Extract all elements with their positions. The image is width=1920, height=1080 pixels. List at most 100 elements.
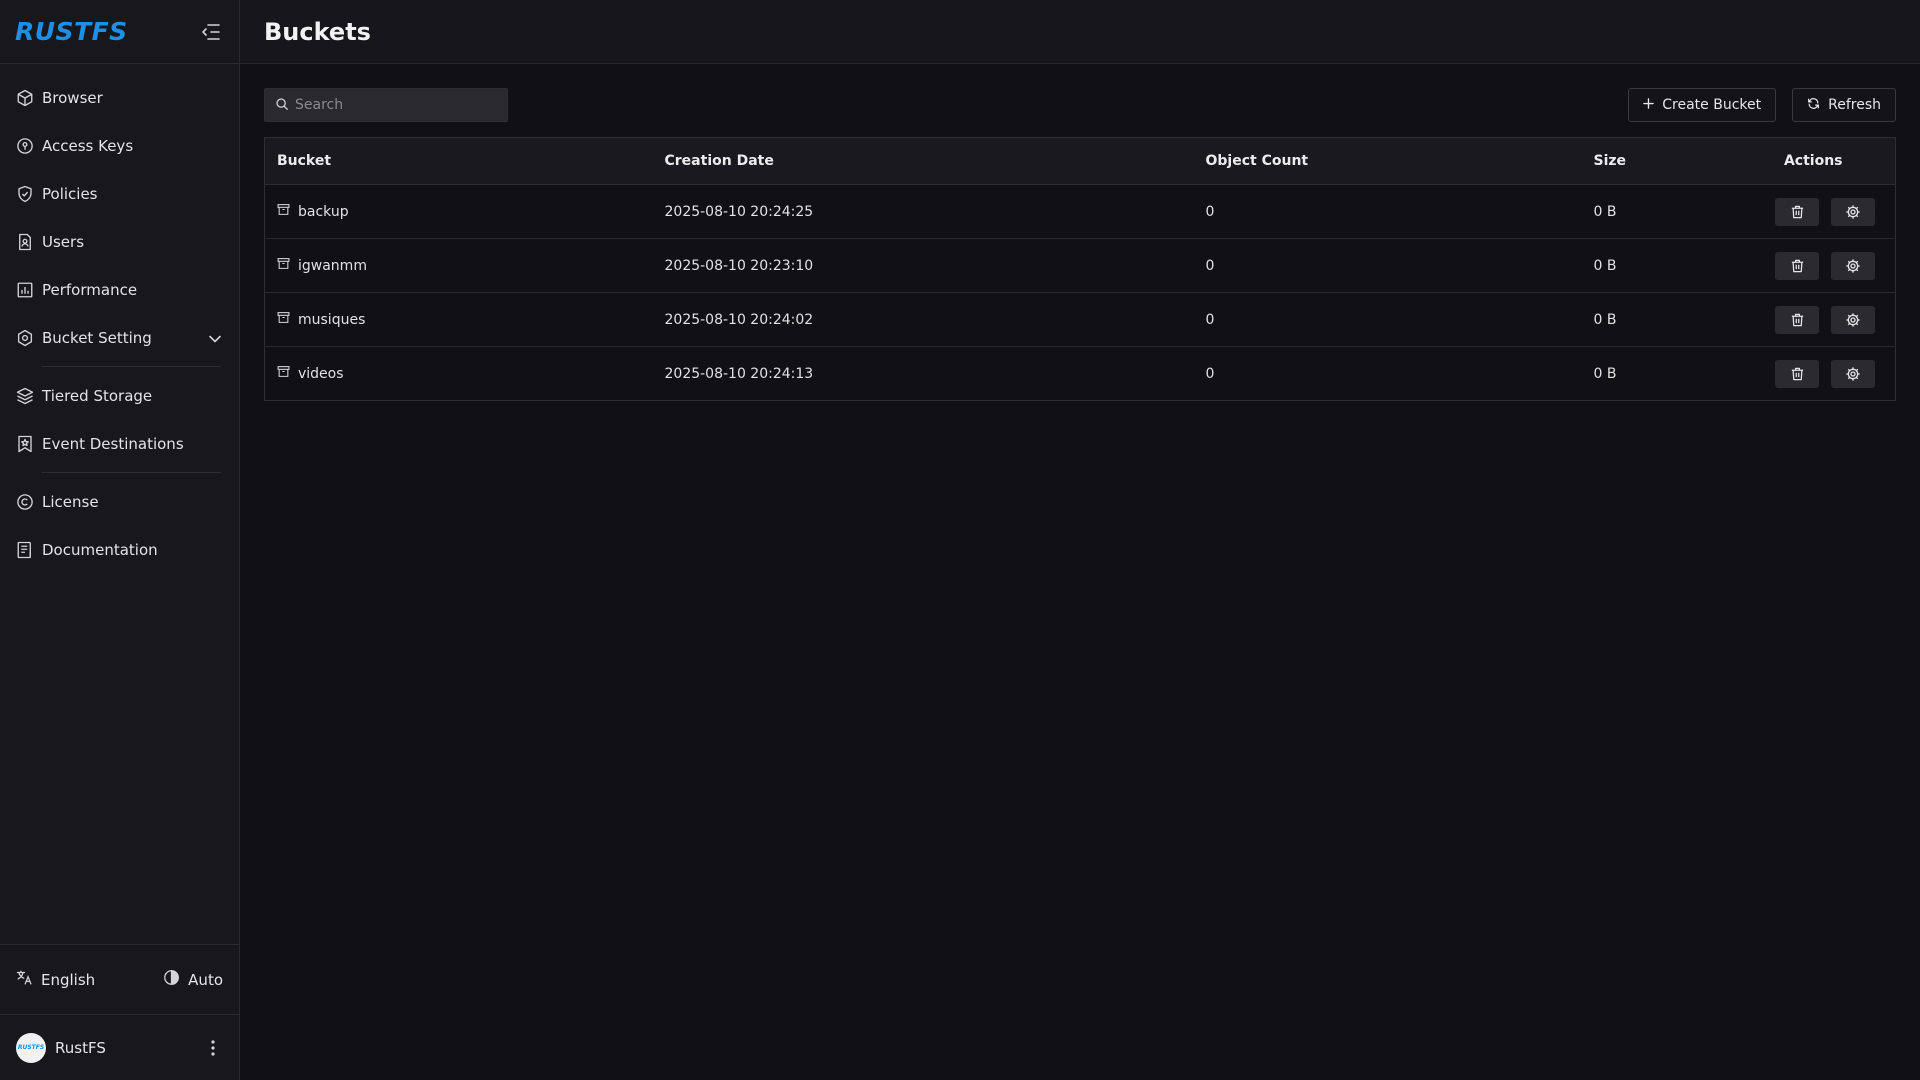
page-title: Buckets [264, 17, 371, 46]
trash-icon [1791, 205, 1803, 218]
page-header: Buckets [240, 0, 1920, 64]
sidebar-item-users[interactable]: Users [0, 218, 239, 266]
column-header-object-count[interactable]: Object Count [1193, 137, 1582, 185]
creation-date: 2025-08-10 20:24:02 [664, 311, 814, 328]
sidebar-item-tiered-storage[interactable]: Tiered Storage [0, 372, 239, 420]
nav-divider [42, 366, 221, 367]
creation-date: 2025-08-10 20:24:25 [664, 203, 814, 220]
object-count: 0 [1205, 203, 1215, 220]
delete-bucket-button[interactable] [1775, 251, 1819, 280]
sidebar-item-documentation[interactable]: Documentation [0, 526, 239, 574]
bucket-name[interactable]: igwanmm [298, 258, 367, 274]
bucket-size: 0 B [1593, 311, 1617, 328]
sidebar-item-access-keys[interactable]: Access Keys [0, 122, 239, 170]
sidebar-item-label: Documentation [42, 541, 158, 559]
object-count: 0 [1205, 311, 1215, 328]
buckets-content: Create Bucket Refresh Bucket Creation Da… [240, 64, 1920, 401]
bucket-settings-button[interactable] [1831, 251, 1875, 280]
delete-bucket-button[interactable] [1775, 359, 1819, 388]
shield-check-icon [15, 184, 35, 204]
toolbar: Create Bucket Refresh [264, 88, 1896, 122]
translate-icon [16, 969, 33, 990]
theme-switcher[interactable]: Auto [163, 969, 223, 990]
gear-icon [1846, 312, 1860, 327]
sidebar-item-policies[interactable]: Policies [0, 170, 239, 218]
archive-icon [277, 365, 290, 382]
main-panel: Buckets Create Bucket [240, 0, 1920, 1080]
sidebar-item-browser[interactable]: Browser [0, 74, 239, 122]
bookmark-star-icon [15, 434, 35, 454]
language-switcher[interactable]: English [16, 969, 95, 990]
sidebar-header: RUSTFS [0, 0, 239, 64]
sidebar-item-label: Browser [42, 89, 103, 107]
nav-divider [42, 472, 221, 473]
key-icon [15, 136, 35, 156]
sidebar-item-label: License [42, 493, 99, 511]
layers-icon [15, 386, 35, 406]
sidebar-item-label: Tiered Storage [42, 387, 153, 405]
delete-bucket-button[interactable] [1775, 197, 1819, 226]
sidebar-item-bucket-setting[interactable]: Bucket Setting [0, 314, 239, 362]
sidebar-item-label: Performance [42, 281, 138, 299]
bucket-size: 0 B [1593, 365, 1617, 382]
bucket-settings-button[interactable] [1831, 359, 1875, 388]
bucket-size: 0 B [1593, 203, 1617, 220]
avatar[interactable]: RUSTFS [16, 1032, 46, 1063]
sidebar-nav: Browser Access Keys Policies Users Perfo… [0, 64, 239, 1080]
gear-icon [1846, 366, 1860, 381]
bucket-settings-button[interactable] [1831, 197, 1875, 226]
sidebar-item-performance[interactable]: Performance [0, 266, 239, 314]
table-row[interactable]: backup 2025-08-10 20:24:25 0 0 B [264, 185, 1896, 239]
trash-icon [1791, 367, 1803, 380]
table-row[interactable]: igwanmm 2025-08-10 20:23:10 0 0 B [264, 239, 1896, 293]
refresh-button[interactable]: Refresh [1792, 88, 1896, 122]
chart-icon [15, 280, 35, 300]
sidebar-footer: English Auto RUSTFS RustFS [0, 944, 239, 1080]
object-count: 0 [1205, 257, 1215, 274]
object-count: 0 [1205, 365, 1215, 382]
bucket-name[interactable]: backup [298, 204, 349, 220]
trash-icon [1791, 313, 1803, 326]
table-row[interactable]: musiques 2025-08-10 20:24:02 0 0 B [264, 293, 1896, 347]
box-icon [15, 88, 35, 108]
gear-icon [15, 328, 35, 348]
bucket-settings-button[interactable] [1831, 305, 1875, 334]
column-header-creation-date[interactable]: Creation Date [652, 137, 1194, 185]
more-vertical-icon[interactable] [203, 1038, 223, 1058]
archive-icon [277, 203, 290, 220]
delete-bucket-button[interactable] [1775, 305, 1819, 334]
app-root: RUSTFS Browser Access Keys Policies User… [0, 0, 1920, 1080]
refresh-label: Refresh [1828, 97, 1881, 113]
create-bucket-button[interactable]: Create Bucket [1628, 88, 1777, 122]
language-label: English [41, 970, 96, 989]
search-input[interactable] [295, 97, 495, 113]
column-header-size[interactable]: Size [1581, 137, 1732, 185]
copyright-icon [15, 492, 35, 512]
sidebar-item-label: Bucket Setting [42, 329, 152, 347]
creation-date: 2025-08-10 20:23:10 [664, 257, 814, 274]
theme-label: Auto [188, 970, 223, 989]
preferences-bar: English Auto [0, 944, 239, 1014]
sidebar-item-event-destinations[interactable]: Event Destinations [0, 420, 239, 468]
search-box [264, 88, 508, 122]
user-menu: RUSTFS RustFS [0, 1014, 239, 1080]
toolbar-actions: Create Bucket Refresh [1628, 88, 1896, 122]
sidebar: RUSTFS Browser Access Keys Policies User… [0, 0, 240, 1080]
search-icon [275, 96, 289, 115]
bucket-name[interactable]: videos [298, 366, 344, 382]
sidebar-item-label: Access Keys [42, 137, 134, 155]
refresh-icon [1807, 97, 1820, 114]
column-header-bucket[interactable]: Bucket [264, 137, 653, 185]
table-row[interactable]: videos 2025-08-10 20:24:13 0 0 B [265, 347, 1896, 401]
sidebar-item-license[interactable]: License [0, 478, 239, 526]
sidebar-item-label: Users [42, 233, 85, 251]
bucket-name[interactable]: musiques [298, 312, 365, 328]
rustfs-logo[interactable]: RUSTFS [15, 17, 128, 46]
chevron-down-icon[interactable] [209, 329, 221, 347]
trash-icon [1791, 259, 1803, 272]
table-header-row: Bucket Creation Date Object Count Size A… [264, 137, 1896, 185]
bucket-size: 0 B [1593, 257, 1617, 274]
user-badge-icon [15, 232, 35, 252]
collapse-sidebar-icon[interactable] [199, 20, 223, 44]
archive-icon [277, 257, 290, 274]
